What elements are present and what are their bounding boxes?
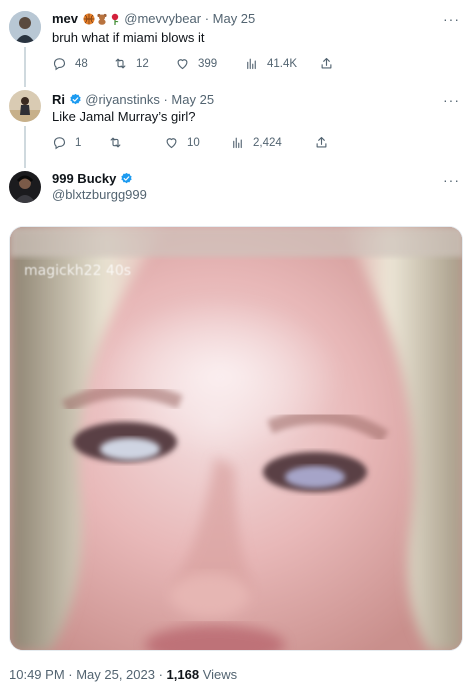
like-button[interactable]: 10 (164, 135, 200, 150)
retweet-button[interactable] (108, 135, 131, 150)
basketball-icon (83, 13, 95, 25)
verified-badge-icon (69, 92, 86, 107)
avatar-image (9, 171, 41, 203)
more-icon[interactable]: ··· (443, 173, 460, 187)
verified-badge-icon (120, 171, 133, 186)
views-count: 41.4K (267, 57, 298, 70)
views-icon (233, 137, 242, 149)
like-icon (166, 138, 177, 149)
tweet-header: mev @mevvybear · May 25 (52, 11, 255, 27)
views-total: 1,168 (166, 667, 200, 682)
share-icon (321, 57, 332, 69)
author-handle[interactable]: @blxtzburgg999 (52, 187, 147, 203)
retweet-count: 12 (136, 57, 149, 70)
avatar-ri[interactable] (9, 90, 41, 122)
like-count: 399 (198, 57, 218, 70)
tweet-text: Like Jamal Murray’s girl? (52, 109, 196, 124)
more-icon[interactable]: ··· (443, 12, 460, 26)
author-name[interactable]: Ri (52, 92, 65, 107)
tweet-2[interactable]: Ri @riyanstinks · May 25 ··· Like Jamal … (0, 84, 474, 168)
share-icon (316, 136, 327, 148)
avatar-mev[interactable] (9, 11, 41, 43)
retweet-icon (110, 137, 121, 148)
thread-line (24, 126, 26, 168)
author-name[interactable]: mev (52, 11, 78, 26)
reply-button[interactable]: 1 (52, 135, 81, 150)
views-button[interactable]: 41.4K (244, 56, 297, 71)
reply-count: 1 (75, 136, 82, 149)
reply-icon (53, 137, 66, 150)
media-photo (10, 227, 462, 650)
rose-icon (109, 13, 121, 25)
teddy-bear-icon (96, 13, 108, 25)
tweet-1[interactable]: mev @mevvybear · May 25 ··· bruh what if… (0, 0, 474, 87)
like-icon (177, 59, 188, 70)
reply-button[interactable]: 48 (52, 56, 88, 71)
share-button[interactable] (314, 135, 329, 150)
author-name[interactable]: 999 Bucky (52, 171, 116, 186)
like-button[interactable]: 399 (175, 56, 217, 71)
tweet-header: 999 Bucky (52, 171, 133, 187)
action-bar: 48 12 399 41.4K (52, 56, 334, 72)
share-button[interactable] (319, 56, 334, 71)
tweet-date[interactable]: · May 25 (205, 11, 256, 26)
more-icon[interactable]: ··· (443, 93, 460, 107)
action-bar: 1 10 2,424 (52, 135, 334, 151)
avatar-image (9, 11, 41, 43)
author-handle[interactable]: @mevvybear (124, 11, 201, 26)
tweet-footer: 10:49 PM · May 25, 2023 · 1,168 Views (9, 667, 237, 682)
avatar-image (9, 90, 41, 122)
media-overlay-text: magickh22 40s (24, 263, 132, 279)
views-count: 2,424 (253, 136, 282, 149)
views-icon (247, 58, 256, 70)
tweet-timestamp[interactable]: 10:49 PM · May 25, 2023 · (9, 667, 167, 682)
like-count: 10 (187, 136, 200, 149)
author-handle[interactable]: @riyanstinks (85, 92, 160, 107)
tweet-media-image[interactable]: magickh22 40s (9, 226, 463, 651)
retweet-icon (115, 58, 126, 69)
tweet-header: Ri @riyanstinks · May 25 (52, 92, 214, 108)
retweet-button[interactable]: 12 (113, 56, 149, 71)
reply-icon (53, 58, 66, 71)
views-button[interactable]: 2,424 (230, 135, 282, 150)
thread-line (24, 47, 26, 87)
avatar-999-bucky[interactable] (9, 171, 41, 203)
views-label: Views (199, 667, 238, 682)
reply-count: 48 (75, 57, 88, 70)
tweet-text: bruh what if miami blows it (52, 30, 205, 45)
tweet-date[interactable]: · May 25 (163, 92, 214, 107)
